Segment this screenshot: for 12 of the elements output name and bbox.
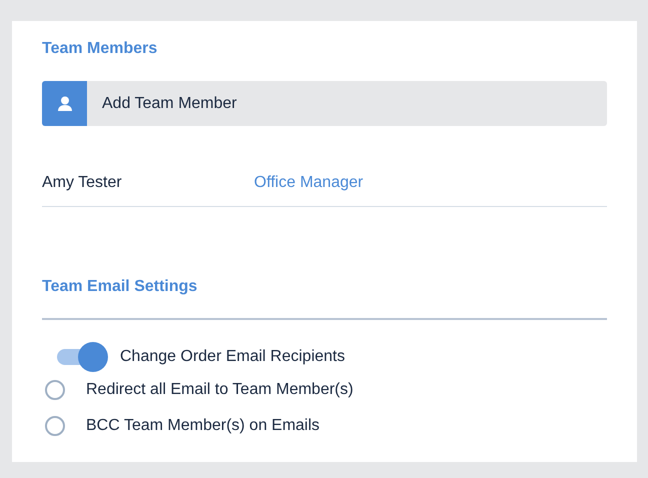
person-icon <box>58 96 72 112</box>
member-name: Amy Tester <box>42 173 123 193</box>
radio-label: Redirect all Email to Team Member(s) <box>86 380 354 400</box>
section-heading: Team Email Settings <box>42 277 198 297</box>
toggle-switch[interactable] <box>57 342 107 372</box>
add-member-button[interactable]: Add Team Member <box>42 81 607 126</box>
section-heading: Team Members <box>42 39 158 59</box>
member-role: Office Manager <box>254 173 364 193</box>
toggle-label: Change Order Email Recipients <box>120 347 345 367</box>
radio-label: BCC Team Member(s) on Emails <box>86 416 320 436</box>
radio-button[interactable] <box>45 380 65 400</box>
radio-button[interactable] <box>45 416 65 436</box>
